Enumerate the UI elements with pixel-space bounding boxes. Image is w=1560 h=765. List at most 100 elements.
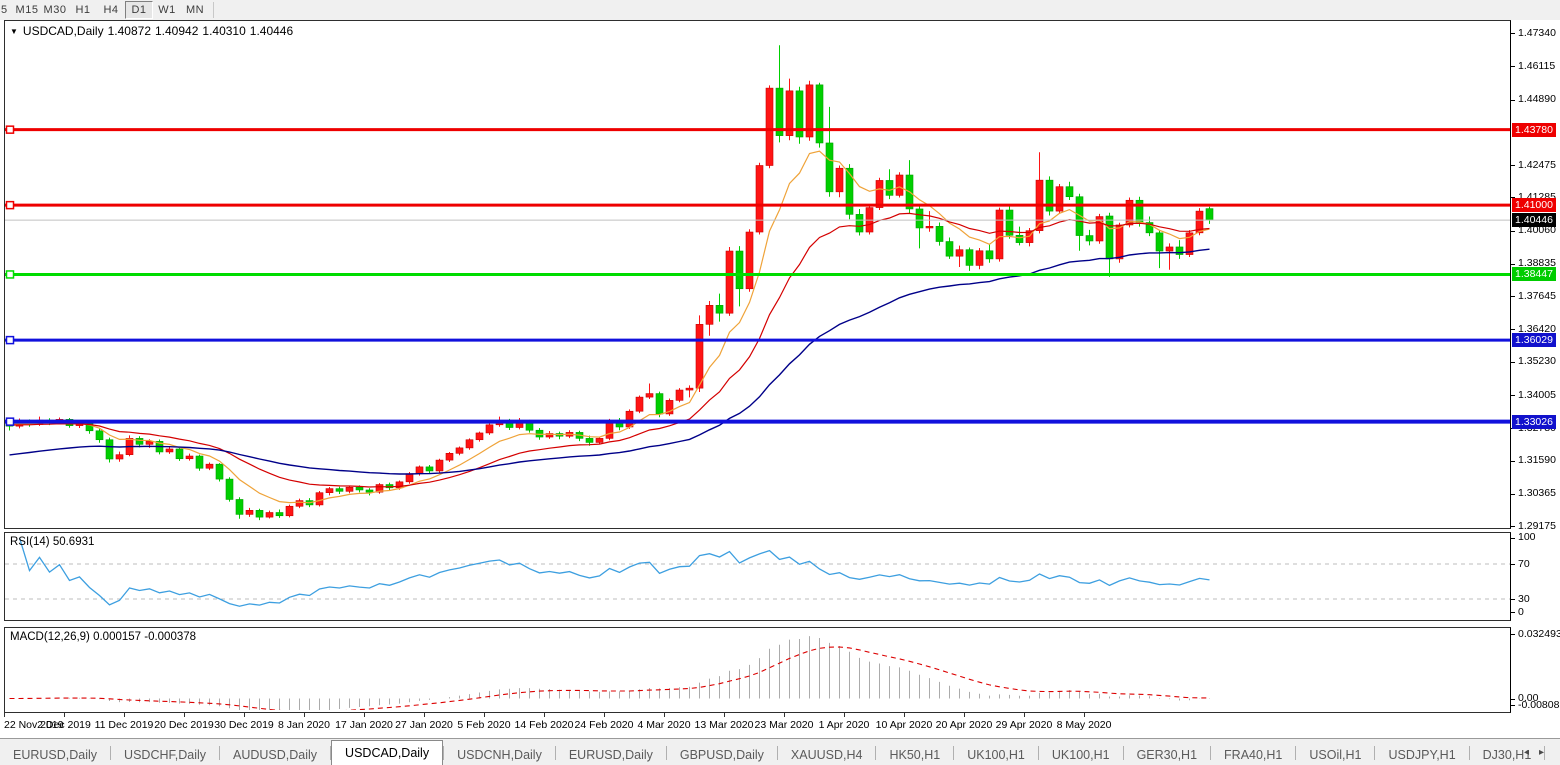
tab-usdchf-daily[interactable]: USDCHF,Daily xyxy=(111,745,219,765)
date-label: 13 Mar 2020 xyxy=(695,719,754,731)
chart-tab-bar: EURUSD,DailyUSDCHF,DailyAUDUSD,DailyUSDC… xyxy=(0,738,1560,765)
date-tick-mark xyxy=(844,713,845,717)
macd-tick-label: 0.032493 xyxy=(1518,628,1560,641)
line-handle-1.33026[interactable] xyxy=(7,418,14,425)
line-handle-1.36029[interactable] xyxy=(7,337,14,344)
macd-axis: 0.0324930.00-0.008086 xyxy=(1511,627,1560,713)
rsi-panel[interactable] xyxy=(4,532,1511,621)
macd-canvas[interactable] xyxy=(5,628,1510,710)
date-label: 10 Apr 2020 xyxy=(876,719,933,731)
macd-panel[interactable] xyxy=(4,627,1511,713)
toolbar-separator xyxy=(213,2,214,18)
line-handle-1.41000[interactable] xyxy=(7,202,14,209)
price-tick-label: 1.31590 xyxy=(1518,454,1556,467)
price-tick-label: 1.37645 xyxy=(1518,290,1556,303)
date-tick-mark xyxy=(64,713,65,717)
price-tick-dash xyxy=(1511,165,1515,166)
ohlc-low: 1.40310 xyxy=(202,24,245,38)
price-tick-dash xyxy=(1511,526,1515,527)
rsi-label: RSI(14) 50.6931 xyxy=(10,536,94,548)
price-tick-label: 1.47340 xyxy=(1518,27,1556,40)
price-tick-dash xyxy=(1511,100,1515,101)
tab-uk100-h1[interactable]: UK100,H1 xyxy=(1039,745,1123,765)
tab-audusd-daily[interactable]: AUDUSD,Daily xyxy=(220,745,330,765)
price-tick-dash xyxy=(1511,461,1515,462)
price-badge-1.43780: 1.43780 xyxy=(1512,123,1556,137)
price-tick-dash xyxy=(1511,231,1515,232)
date-label: 17 Jan 2020 xyxy=(335,719,393,731)
rsi-canvas[interactable] xyxy=(5,533,1510,618)
tab-hk50-h1[interactable]: HK50,H1 xyxy=(876,745,953,765)
date-label: 8 Jan 2020 xyxy=(278,719,330,731)
date-label: 30 Dec 2019 xyxy=(214,719,274,731)
date-label: 2 Dec 2019 xyxy=(37,719,91,731)
line-handle-1.43780[interactable] xyxy=(7,126,14,133)
price-tick-dash xyxy=(1511,329,1515,330)
tab-scroll-left-icon[interactable]: ◂ xyxy=(1524,747,1539,758)
symbol-dropdown-icon[interactable]: ▼ xyxy=(10,27,18,36)
date-tick-mark xyxy=(364,713,365,717)
price-axis[interactable]: 1.473401.461151.448901.424751.412851.400… xyxy=(1511,20,1560,529)
price-tick-dash xyxy=(1511,395,1515,396)
macd-tick-dash xyxy=(1511,705,1515,706)
tab-scroll-arrows: ◂▸ xyxy=(1524,747,1554,758)
price-tick-dash xyxy=(1511,66,1515,67)
rsi-tick-label: 70 xyxy=(1518,558,1530,571)
tab-xauusd-h4[interactable]: XAUUSD,H4 xyxy=(778,745,876,765)
ohlc-close: 1.40446 xyxy=(250,24,293,38)
tab-fra40-h1[interactable]: FRA40,H1 xyxy=(1211,745,1295,765)
date-label: 11 Dec 2019 xyxy=(95,719,154,731)
tab-usoil-h1[interactable]: USOil,H1 xyxy=(1296,745,1374,765)
date-tick-mark xyxy=(424,713,425,717)
timeframe-button-5[interactable]: 5 xyxy=(0,1,13,19)
price-tick-label: 1.35230 xyxy=(1518,355,1556,368)
main-chart-canvas[interactable] xyxy=(5,21,1510,528)
tab-scroll-right-icon[interactable]: ▸ xyxy=(1539,747,1554,758)
rsi-axis: 10070300 xyxy=(1511,532,1560,621)
tab-gbpusd-daily[interactable]: GBPUSD,Daily xyxy=(667,745,777,765)
ma-mid-line xyxy=(10,213,1210,487)
chart-symbol-label: USDCAD,Daily xyxy=(23,24,104,38)
main-chart-panel[interactable] xyxy=(4,20,1511,529)
timeframe-button-H4[interactable]: H4 xyxy=(97,1,125,19)
price-badge-1.33026: 1.33026 xyxy=(1512,415,1556,429)
macd-tick-label: -0.008086 xyxy=(1518,699,1560,712)
timeframe-button-W1[interactable]: W1 xyxy=(153,1,181,19)
timeframe-toolbar: 5M15M30H1H4D1W1MN xyxy=(0,0,1560,20)
timeframe-button-MN[interactable]: MN xyxy=(181,1,209,19)
date-label: 1 Apr 2020 xyxy=(819,719,870,731)
date-tick-mark xyxy=(1084,713,1085,717)
date-tick-mark xyxy=(484,713,485,717)
price-tick-label: 1.34005 xyxy=(1518,389,1556,402)
tab-uk100-h1[interactable]: UK100,H1 xyxy=(954,745,1038,765)
tab-eurusd-daily[interactable]: EURUSD,Daily xyxy=(556,745,666,765)
terminal-window: 5M15M30H1H4D1W1MN ▼USDCAD,Daily1.408721.… xyxy=(0,0,1560,764)
date-axis[interactable]: 22 Nov 20192 Dec 201911 Dec 201920 Dec 2… xyxy=(4,713,1510,737)
date-tick-mark xyxy=(1024,713,1025,717)
date-label: 4 Mar 2020 xyxy=(637,719,690,731)
date-label: 29 Apr 2020 xyxy=(996,719,1053,731)
tab-usdjpy-h1[interactable]: USDJPY,H1 xyxy=(1375,745,1468,765)
date-tick-mark xyxy=(964,713,965,717)
price-badge-1.38447: 1.38447 xyxy=(1512,267,1556,281)
price-tick-dash xyxy=(1511,264,1515,265)
rsi-line xyxy=(20,538,1210,606)
timeframe-button-M15[interactable]: M15 xyxy=(13,1,41,19)
timeframe-button-H1[interactable]: H1 xyxy=(69,1,97,19)
tab-usdcad-daily[interactable]: USDCAD,Daily xyxy=(331,740,443,765)
rsi-tick-dash xyxy=(1511,538,1515,539)
date-tick-mark xyxy=(784,713,785,717)
date-label: 8 May 2020 xyxy=(1057,719,1112,731)
timeframe-button-D1[interactable]: D1 xyxy=(125,1,153,19)
date-label: 20 Dec 2019 xyxy=(154,719,214,731)
date-tick-mark xyxy=(304,713,305,717)
date-tick-mark xyxy=(604,713,605,717)
timeframe-button-M30[interactable]: M30 xyxy=(41,1,69,19)
tab-ger30-h1[interactable]: GER30,H1 xyxy=(1124,745,1210,765)
line-handle-1.38447[interactable] xyxy=(7,271,14,278)
price-badge-1.41000: 1.41000 xyxy=(1512,198,1556,212)
date-tick-mark xyxy=(4,713,5,717)
tab-eurusd-daily[interactable]: EURUSD,Daily xyxy=(0,745,110,765)
price-tick-label: 1.46115 xyxy=(1518,60,1555,73)
tab-usdcnh-daily[interactable]: USDCNH,Daily xyxy=(444,745,555,765)
